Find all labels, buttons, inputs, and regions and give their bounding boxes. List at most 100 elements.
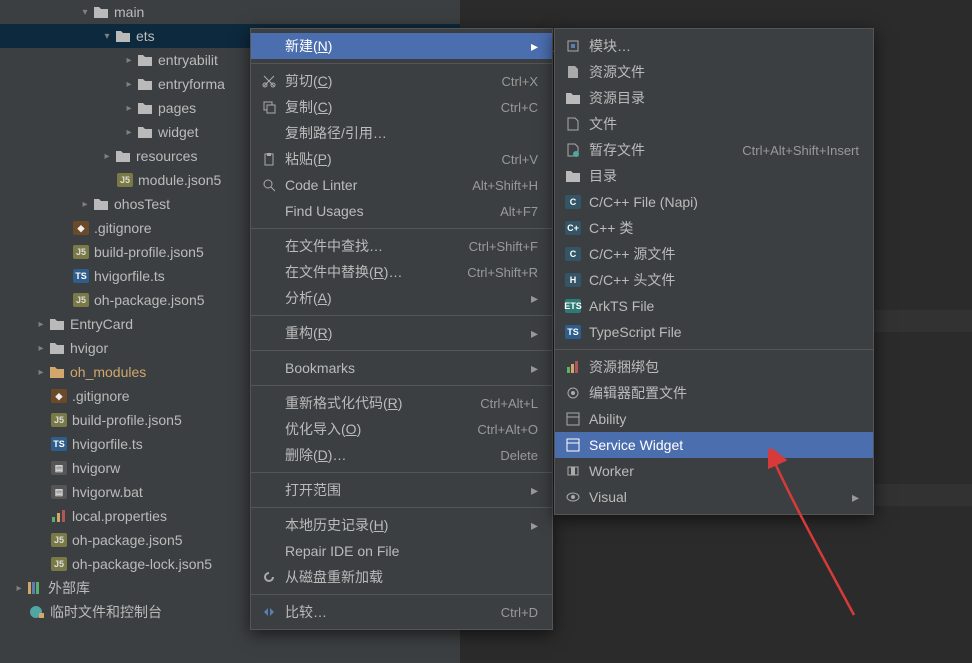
menu-reload-from-disk[interactable]: 从磁盘重新加载 — [251, 564, 552, 590]
json-file-icon: J5 — [116, 171, 134, 189]
folder-icon — [136, 75, 154, 93]
chevron-right-icon: ▸ — [122, 53, 136, 67]
menu-label: TypeScript File — [589, 324, 859, 340]
cpp-class-icon: C+ — [563, 219, 583, 237]
tree-item-main[interactable]: ▾ main — [0, 0, 460, 24]
submenu-arrow-icon: ▸ — [526, 38, 538, 55]
arkts-file-icon: ETS — [563, 297, 583, 315]
tree-label: main — [114, 4, 144, 20]
submenu-resource-dir[interactable]: 资源目录 — [555, 85, 873, 111]
menu-label: C/C++ 源文件 — [589, 244, 859, 264]
menu-separator — [251, 315, 552, 316]
folder-icon — [563, 89, 583, 107]
menu-shortcut: Ctrl+X — [502, 74, 538, 89]
menu-compare[interactable]: 比较… Ctrl+D — [251, 599, 552, 625]
menu-label: 复制路径/引用… — [285, 123, 538, 143]
menu-repair-ide[interactable]: Repair IDE on File — [251, 538, 552, 564]
blank-icon — [259, 124, 279, 142]
submenu-cpp-source[interactable]: C C/C++ 源文件 — [555, 241, 873, 267]
menu-separator — [251, 507, 552, 508]
folder-icon — [92, 3, 110, 21]
menu-shortcut: Ctrl+V — [502, 152, 538, 167]
submenu-file[interactable]: 文件 — [555, 111, 873, 137]
c-file-icon: C — [563, 193, 583, 211]
menu-local-history[interactable]: 本地历史记录(H) ▸ — [251, 512, 552, 538]
copy-icon — [259, 98, 279, 116]
ts-file-icon: TS — [72, 267, 90, 285]
submenu-cpp-class[interactable]: C+ C++ 类 — [555, 215, 873, 241]
tree-label: resources — [136, 148, 197, 164]
menu-find-usages[interactable]: Find Usages Alt+F7 — [251, 198, 552, 224]
new-submenu[interactable]: 模块… 资源文件 资源目录 文件 暂存文件 Ctrl+Alt+Shift+Ins… — [554, 28, 874, 515]
tree-label: entryforma — [158, 76, 225, 92]
menu-label: 资源目录 — [589, 88, 859, 108]
chart-file-icon — [50, 507, 68, 525]
submenu-resource-file[interactable]: 资源文件 — [555, 59, 873, 85]
submenu-directory[interactable]: 目录 — [555, 163, 873, 189]
menu-bookmarks[interactable]: Bookmarks ▸ — [251, 355, 552, 381]
menu-label: 粘贴(P) — [285, 149, 502, 169]
tree-label: widget — [158, 124, 198, 140]
submenu-editorconfig[interactable]: 编辑器配置文件 — [555, 380, 873, 406]
chevron-right-icon: ▸ — [122, 101, 136, 115]
menu-refactor[interactable]: 重构(R) ▸ — [251, 320, 552, 346]
folder-icon — [92, 195, 110, 213]
submenu-cpp-header[interactable]: H C/C++ 头文件 — [555, 267, 873, 293]
menu-open-in[interactable]: 打开范围 ▸ — [251, 477, 552, 503]
tree-label: build-profile.json5 — [72, 412, 182, 428]
eye-icon — [563, 488, 583, 506]
menu-replace-in-files[interactable]: 在文件中替换(R)… Ctrl+Shift+R — [251, 259, 552, 285]
menu-label: 打开范围 — [285, 480, 526, 500]
diff-icon — [259, 603, 279, 621]
library-icon — [26, 579, 44, 597]
menu-shortcut: Ctrl+C — [501, 100, 538, 115]
menu-reformat[interactable]: 重新格式化代码(R) Ctrl+Alt+L — [251, 390, 552, 416]
submenu-arrow-icon: ▸ — [526, 482, 538, 499]
submenu-visual[interactable]: Visual ▸ — [555, 484, 873, 510]
clipboard-icon — [259, 150, 279, 168]
menu-new[interactable]: 新建(N) ▸ — [251, 33, 552, 59]
submenu-service-widget[interactable]: Service Widget — [555, 432, 873, 458]
git-file-icon: ◆ — [72, 219, 90, 237]
tree-label: 外部库 — [48, 578, 90, 598]
menu-copy-path[interactable]: 复制路径/引用… — [251, 120, 552, 146]
menu-label: 比较… — [285, 602, 501, 622]
menu-separator — [251, 350, 552, 351]
chevron-down-icon: ▾ — [100, 29, 114, 43]
menu-separator — [555, 349, 873, 350]
menu-optimize-imports[interactable]: 优化导入(O) Ctrl+Alt+O — [251, 416, 552, 442]
tree-label: entryabilit — [158, 52, 218, 68]
submenu-ability[interactable]: Ability — [555, 406, 873, 432]
menu-code-linter[interactable]: Code Linter Alt+Shift+H — [251, 172, 552, 198]
submenu-resource-bundle[interactable]: 资源捆绑包 — [555, 354, 873, 380]
menu-delete[interactable]: 删除(D)… Delete — [251, 442, 552, 468]
submenu-arkts-file[interactable]: ETS ArkTS File — [555, 293, 873, 319]
menu-label: 从磁盘重新加载 — [285, 567, 538, 587]
menu-separator — [251, 594, 552, 595]
menu-shortcut: Ctrl+D — [501, 605, 538, 620]
text-file-icon: ▤ — [50, 459, 68, 477]
tree-label: oh-package.json5 — [72, 532, 183, 548]
menu-analyze[interactable]: 分析(A) ▸ — [251, 285, 552, 311]
json-file-icon: J5 — [50, 531, 68, 549]
menu-label: C++ 类 — [589, 218, 859, 238]
menu-separator — [251, 385, 552, 386]
menu-label: 文件 — [589, 114, 859, 134]
blank-icon — [259, 237, 279, 255]
submenu-cpp-napi[interactable]: C C/C++ File (Napi) — [555, 189, 873, 215]
chevron-right-icon: ▸ — [78, 197, 92, 211]
menu-paste[interactable]: 粘贴(P) Ctrl+V — [251, 146, 552, 172]
blank-icon — [259, 202, 279, 220]
submenu-module[interactable]: 模块… — [555, 33, 873, 59]
menu-label: Find Usages — [285, 203, 500, 219]
menu-copy[interactable]: 复制(C) Ctrl+C — [251, 94, 552, 120]
gear-icon — [563, 384, 583, 402]
menu-find-in-files[interactable]: 在文件中查找… Ctrl+Shift+F — [251, 233, 552, 259]
context-menu[interactable]: 新建(N) ▸ 剪切(C) Ctrl+X 复制(C) Ctrl+C 复制路径/引… — [250, 28, 553, 630]
submenu-scratch-file[interactable]: 暂存文件 Ctrl+Alt+Shift+Insert — [555, 137, 873, 163]
submenu-worker[interactable]: Worker — [555, 458, 873, 484]
submenu-typescript-file[interactable]: TS TypeScript File — [555, 319, 873, 345]
blank-icon — [259, 289, 279, 307]
menu-cut[interactable]: 剪切(C) Ctrl+X — [251, 68, 552, 94]
search-icon — [259, 176, 279, 194]
